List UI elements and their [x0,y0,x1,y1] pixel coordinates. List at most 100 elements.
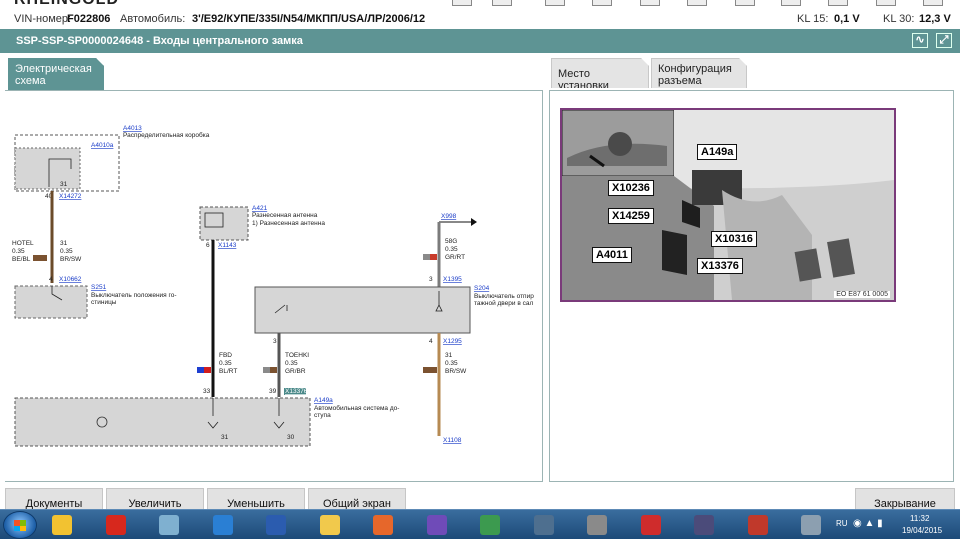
wire-left-size: 0.35 [12,248,25,255]
taskbar-app-inpa[interactable] [579,512,615,538]
wire-58g-color: GR/RT [445,254,465,261]
app-logo: RHEINGOLD [14,0,119,9]
toolbar-button-5[interactable] [640,0,660,6]
a4010a-box [14,147,81,190]
wire-fbd-chip-1 [197,367,204,373]
toolbar-button-6[interactable] [687,0,707,6]
taskbar-app-checklist[interactable] [633,512,669,538]
wire-58g-chip-1 [423,254,430,260]
photo-connectors [662,230,687,275]
taskbar-app-ista[interactable] [686,512,722,538]
clock-time[interactable]: 11:32 [910,514,929,523]
wire-toehki-chip-1 [263,367,270,373]
expand-icon[interactable]: ⤢ [936,33,952,48]
callout-x10236: X10236 [608,180,654,196]
taskbar-app-folder[interactable] [44,512,80,538]
x10662-conn: X10662 [59,276,82,283]
tray-icons[interactable]: ◉ ▲ ▮ [853,518,883,529]
tab-install-location[interactable]: Место установки [551,58,649,88]
firefox-icon [373,515,393,535]
x10662-pin: 4 [49,276,53,283]
install-location-image[interactable]: A149a X10236 X14259 X10316 A4011 X13376 … [560,108,896,302]
callout-x14259: X14259 [608,208,654,224]
x1395-conn: X1395 [443,276,462,283]
toolbar-button-8[interactable] [781,0,801,6]
wiring-diagram-panel[interactable]: A4013 Распределительная коробка A4010a 3… [5,90,543,482]
taskbar-app-diag-tool[interactable] [793,512,829,538]
tab-wiring-diagram[interactable]: Электрическая схема [8,58,104,90]
a149a-desc2: ступа [314,412,331,419]
x1295-pin: 4 [429,338,433,345]
wiring-diagram[interactable]: A4013 Распределительная коробка A4010a 3… [5,91,543,483]
wire-58g-size: 0.35 [445,246,458,253]
callout-a4011: A4011 [592,247,632,263]
toolbar-button-3[interactable] [545,0,565,6]
pdf-icon [105,515,126,535]
taskbar-app-pdf[interactable] [98,512,134,538]
clock-date[interactable]: 19/04/2015 [902,526,942,535]
a421-desc1: Разнесенная антенна [252,212,318,219]
toolbar-button-11[interactable] [923,0,943,6]
a4010a-pin: 31 [60,181,68,188]
taskbar-app-explorer[interactable] [312,512,348,538]
wire-58g-chip-2 [430,254,437,260]
taskbar-app-notes[interactable] [151,512,187,538]
s204-desc2: тажной двери в сал [474,299,533,307]
taskbar-app-cbi[interactable] [740,512,776,538]
kl15-label: KL 15: [797,13,829,25]
wire-fbd-size: 0.35 [219,360,232,367]
notes-icon [159,515,179,535]
x13376-label: X13376 [285,388,308,395]
toolbar-button-10[interactable] [876,0,896,6]
a421-id: A421 [252,205,268,212]
tab-connector-config[interactable]: Конфигурация разъема [651,58,747,88]
vin-value: F022806 [67,13,111,25]
x998-arrow [471,218,477,226]
folder-icon [52,515,72,535]
photo-code: EO E87 61 0005 [834,291,890,298]
windows-logo-icon [14,520,26,531]
wire-left-size2: 0.35 [60,248,73,255]
toolbar-button-1[interactable] [452,0,472,6]
a421-box [199,206,249,241]
callout-a149a: A149a [697,144,738,160]
tab-wiring-diagram-label: Электрическая схема [15,63,92,87]
taskbar-app-firefox[interactable] [365,512,401,538]
a4010a-id: A4010a [91,142,114,149]
callout-x13376: X13376 [697,258,743,274]
toolbar-button-4[interactable] [592,0,612,6]
chrome-icon [480,515,500,535]
toolbar-button-9[interactable] [828,0,848,6]
taskbar-app-viber[interactable] [419,512,455,538]
s251-desc2: стиницы [91,299,117,306]
taskbar-app-chrome[interactable] [472,512,508,538]
page-title: SSP-SSP-SP0000024648 - Входы центральног… [16,35,303,47]
toolbar-button-7[interactable] [735,0,755,6]
wire-toehki-size: 0.35 [285,360,298,367]
toolbar-button-2[interactable] [492,0,512,6]
cbi-icon [747,515,768,535]
viber-icon [426,515,447,535]
signal-view-icon[interactable]: ∿ [912,33,928,48]
s251-desc1: Выключатель положения го- [91,292,177,299]
top-toolbar: RHEINGOLD [0,0,960,9]
language-indicator[interactable]: RU [836,519,848,528]
wire-31-name: 31 [445,352,453,359]
callout-x10316: X10316 [711,231,757,247]
wire-toehki-chip-2 [270,367,277,373]
vin-label: VIN-номер: [14,13,72,25]
s251-id: S251 [91,284,107,291]
a149a-id: A149a [314,397,333,404]
wire-fbd-name: FBD [219,352,232,359]
inpa-icon [587,515,607,535]
taskbar-app-word[interactable] [258,512,294,538]
taskbar-app-ie[interactable] [205,512,241,538]
ista-icon [694,515,714,535]
start-button[interactable] [3,511,37,539]
kl30-value: 12,3 V [919,13,951,25]
word-icon [266,515,286,535]
app-window: RHEINGOLD VIN-номер: F022806 Автомобиль:… [0,0,960,539]
kl30-label: KL 30: [883,13,915,25]
taskbar-app-network[interactable] [526,512,562,538]
a149a-pin30: 30 [287,434,295,441]
